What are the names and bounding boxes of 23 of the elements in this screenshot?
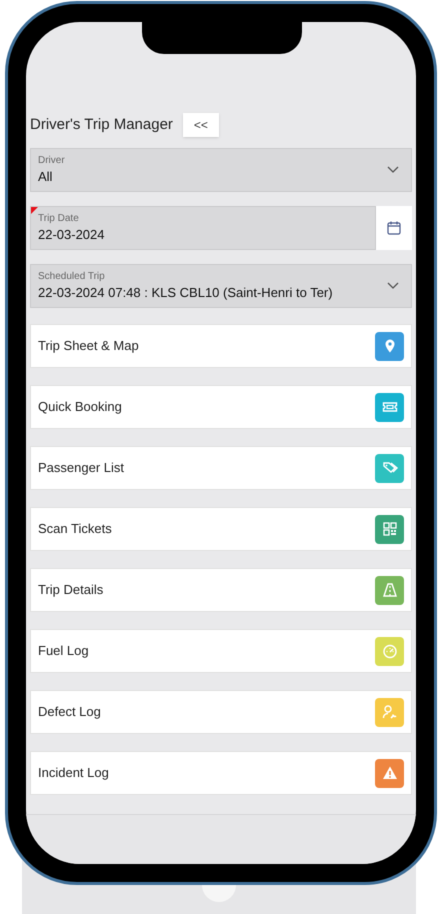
collapse-button[interactable]: << — [182, 113, 219, 137]
menu-item[interactable]: Scan Tickets — [30, 507, 412, 551]
dropdown-field[interactable]: Driver All — [30, 148, 412, 192]
field-label: Driver — [38, 154, 66, 168]
field-value: 22-03-2024 — [38, 226, 106, 244]
chevron-down-icon — [387, 282, 399, 290]
calendar-button[interactable] — [376, 206, 412, 250]
field-value: 22-03-2024 07:48 : KLS CBL10 (Saint-Henri to Ter) — [38, 284, 334, 302]
field-value: All — [38, 168, 54, 186]
field-label: Trip Date — [38, 212, 80, 226]
date-field[interactable]: Trip Date 22-03-2024 — [30, 206, 376, 250]
menu-item[interactable]: Passenger List — [30, 446, 412, 490]
page-title: Driver's Trip Manager — [30, 114, 173, 135]
field-label: Scheduled Trip — [38, 270, 106, 284]
menu-item[interactable]: Trip Sheet & Map — [30, 324, 412, 368]
calendar-icon — [387, 221, 401, 235]
menu-item[interactable]: Fuel Log — [30, 629, 412, 673]
chevron-down-icon — [387, 166, 399, 174]
menu-item[interactable]: Incident Log — [30, 751, 412, 795]
menu-item[interactable]: Quick Booking — [30, 385, 412, 429]
menu-item[interactable]: Trip Details — [30, 568, 412, 612]
menu-item[interactable]: Defect Log — [30, 690, 412, 734]
dropdown-field[interactable]: Scheduled Trip 22-03-2024 07:48 : KLS CBL10 (Saint-Henri to Ter) — [30, 264, 412, 308]
